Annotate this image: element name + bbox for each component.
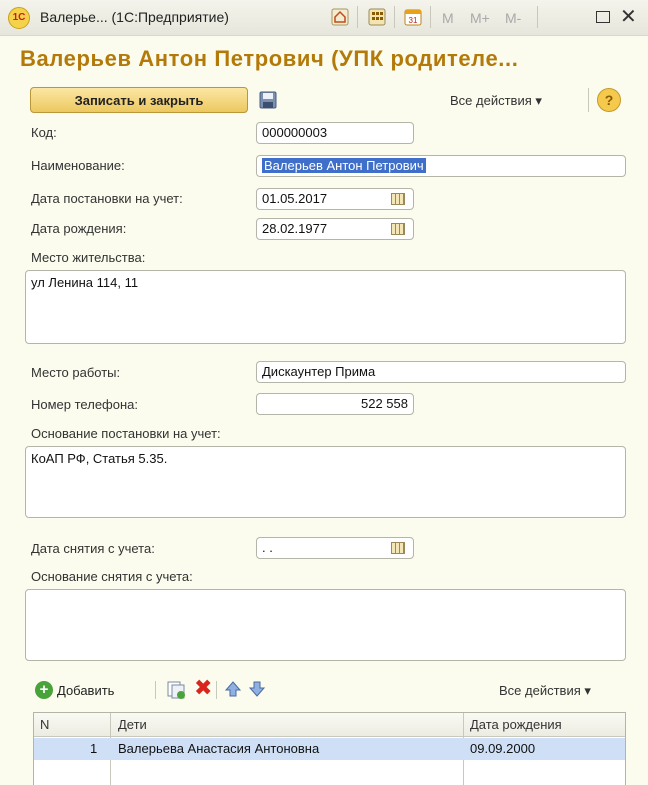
column-header-n[interactable]: N — [40, 717, 49, 732]
memory-minus-button[interactable]: M- — [505, 10, 521, 26]
deregistration-basis-label: Основание снятия с учета: — [31, 569, 193, 584]
residence-field[interactable]: ул Ленина 114, 11 — [25, 270, 626, 344]
name-label: Наименование: — [31, 158, 125, 173]
home-icon[interactable] — [331, 8, 349, 26]
add-icon: + — [35, 681, 53, 699]
form-title: Валерьев Антон Петрович (УПК родителе... — [20, 46, 519, 71]
close-icon[interactable]: ✕ — [620, 4, 637, 29]
code-label: Код: — [31, 125, 57, 140]
titlebar-separator — [537, 6, 538, 28]
save-and-close-button[interactable]: Записать и закрыть — [30, 87, 248, 113]
memory-plus-button[interactable]: M+ — [470, 10, 490, 26]
move-down-icon[interactable] — [248, 680, 266, 698]
registration-basis-field[interactable]: КоАП РФ, Статья 5.35. — [25, 446, 626, 518]
column-header-birth-date[interactable]: Дата рождения — [470, 717, 562, 732]
window-title: Валерье... (1С:Предприятие) — [40, 9, 229, 25]
toolbar-separator — [588, 88, 589, 112]
registration-date-label: Дата постановки на учет: — [31, 191, 183, 206]
calendar-picker-icon[interactable] — [391, 193, 405, 205]
calculator-icon[interactable] — [368, 8, 386, 26]
deregistration-date-label: Дата снятия с учета: — [31, 541, 155, 556]
toolbar-separator — [155, 681, 156, 699]
titlebar-separator — [430, 6, 431, 28]
move-up-icon[interactable] — [224, 680, 242, 698]
table-row[interactable]: 1 Валерьева Анастасия Антоновна 09.09.20… — [34, 738, 625, 760]
residence-label: Место жительства: — [31, 250, 146, 265]
calendar-icon[interactable]: 31 — [404, 8, 422, 26]
workplace-label: Место работы: — [31, 365, 121, 380]
calendar-picker-icon[interactable] — [391, 542, 405, 554]
memory-m-button[interactable]: M — [442, 10, 454, 26]
phone-field[interactable]: 522 558 — [256, 393, 414, 415]
workplace-field[interactable]: Дискаунтер Прима — [256, 361, 626, 383]
titlebar-separator — [394, 6, 395, 28]
birth-date-label: Дата рождения: — [31, 221, 127, 236]
column-header-children[interactable]: Дети — [118, 717, 147, 732]
svg-text:31: 31 — [409, 16, 418, 25]
app-logo-icon: 1C — [8, 7, 30, 29]
titlebar-separator — [357, 6, 358, 28]
phone-label: Номер телефона: — [31, 397, 138, 412]
row-child-name: Валерьева Анастасия Антоновна — [118, 741, 320, 756]
copy-row-icon[interactable] — [166, 680, 186, 700]
deregistration-basis-field[interactable] — [25, 589, 626, 661]
table-all-actions-menu[interactable]: Все действия ▾ — [499, 683, 591, 699]
children-table: N Дети Дата рождения 1 Валерьева Анастас… — [33, 712, 626, 785]
all-actions-menu[interactable]: Все действия ▾ — [450, 93, 542, 109]
row-number: 1 — [90, 741, 98, 756]
delete-row-icon[interactable]: ✖ — [194, 675, 212, 701]
row-birth-date: 09.09.2000 — [470, 741, 536, 756]
name-field[interactable]: Валерьев Антон Петрович — [256, 155, 626, 177]
window-titlebar: 1C Валерье... (1С:Предприятие) 31 M M+ M… — [0, 0, 648, 36]
restore-window-icon[interactable] — [596, 11, 610, 23]
code-field[interactable]: 000000003 — [256, 122, 414, 144]
help-icon[interactable]: ? — [597, 88, 621, 112]
registration-basis-label: Основание постановки на учет: — [31, 426, 221, 441]
name-value: Валерьев Антон Петрович — [262, 158, 426, 173]
table-header: N Дети Дата рождения — [34, 713, 625, 737]
add-row-button[interactable]: + Добавить — [35, 681, 114, 699]
add-label: Добавить — [57, 682, 115, 698]
calendar-picker-icon[interactable] — [391, 223, 405, 235]
toolbar-separator — [216, 681, 217, 699]
save-icon[interactable] — [258, 90, 278, 110]
